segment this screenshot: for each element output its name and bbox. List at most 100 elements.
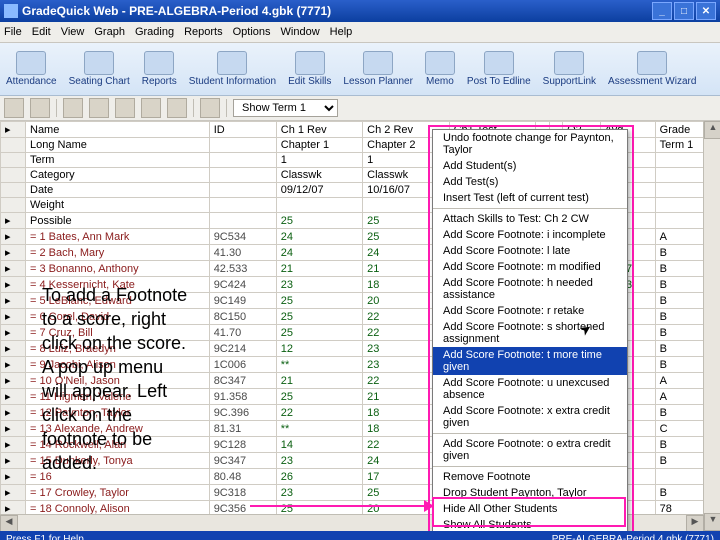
student-name-cell[interactable]: = 14 Rockwell, Alan: [26, 437, 210, 453]
score-cell[interactable]: 21: [276, 373, 362, 389]
sort-icon[interactable]: [141, 98, 161, 118]
term-select[interactable]: Show Term 1: [233, 99, 338, 117]
close-button[interactable]: ✕: [696, 2, 716, 20]
menu-item[interactable]: Drop Student Paynton, Taylor: [433, 485, 627, 501]
scroll-left-button[interactable]: ◀: [0, 515, 18, 531]
score-cell[interactable]: 23: [276, 453, 362, 469]
menu-item[interactable]: Add Student(s): [433, 158, 627, 174]
score-cell[interactable]: 21: [276, 261, 362, 277]
student-name-cell[interactable]: = 1 Bates, Ann Mark: [26, 229, 210, 245]
tool-edit-skills[interactable]: Edit Skills: [288, 51, 331, 87]
student-id-cell[interactable]: 41.30: [209, 245, 276, 261]
student-id-cell[interactable]: 91.358: [209, 389, 276, 405]
score-cell[interactable]: 12: [276, 341, 362, 357]
menu-edit[interactable]: Edit: [32, 26, 51, 38]
menu-item[interactable]: Add Test(s): [433, 174, 627, 190]
col-name[interactable]: Name: [26, 122, 210, 138]
student-id-cell[interactable]: 8C150: [209, 309, 276, 325]
menu-window[interactable]: Window: [281, 26, 320, 38]
student-id-cell[interactable]: 80.48: [209, 469, 276, 485]
student-name-cell[interactable]: = 17 Crowley, Taylor: [26, 485, 210, 501]
student-name-cell[interactable]: = 12 Paynton, Taylor: [26, 405, 210, 421]
tool-reports[interactable]: Reports: [142, 51, 177, 87]
student-id-cell[interactable]: 9C.396: [209, 405, 276, 421]
menu-item[interactable]: Add Score Footnote: s shortened assignme…: [433, 319, 627, 347]
menu-item[interactable]: Add Score Footnote: r retake: [433, 303, 627, 319]
student-id-cell[interactable]: 41.70: [209, 325, 276, 341]
menu-reports[interactable]: Reports: [184, 26, 223, 38]
student-id-cell[interactable]: 9C347: [209, 453, 276, 469]
student-name-cell[interactable]: = 5 LeBlanc, Edward: [26, 293, 210, 309]
menu-item[interactable]: Attach Skills to Test: Ch 2 CW: [433, 211, 627, 227]
menu-item[interactable]: Insert Test (left of current test): [433, 190, 627, 206]
student-id-cell[interactable]: 9C424: [209, 277, 276, 293]
tool-lesson[interactable]: Lesson Planner: [343, 51, 413, 87]
student-id-cell[interactable]: 9C534: [209, 229, 276, 245]
student-id-cell[interactable]: 8C347: [209, 373, 276, 389]
student-name-cell[interactable]: = 6 Corel, David: [26, 309, 210, 325]
student-id-cell[interactable]: 1C006: [209, 357, 276, 373]
menu-item[interactable]: Add Score Footnote: l late: [433, 243, 627, 259]
menu-item[interactable]: Remove Footnote: [433, 469, 627, 485]
student-name-cell[interactable]: = 7 Cruz, Bill: [26, 325, 210, 341]
menu-grading[interactable]: Grading: [135, 26, 174, 38]
user-icon[interactable]: [89, 98, 109, 118]
menu-item[interactable]: Undo footnote change for Paynton, Taylor: [433, 130, 627, 158]
student-id-cell[interactable]: 81.31: [209, 421, 276, 437]
menu-options[interactable]: Options: [233, 26, 271, 38]
tool-memo[interactable]: Memo: [425, 51, 455, 87]
context-menu[interactable]: Undo footnote change for Paynton, Taylor…: [432, 129, 628, 531]
student-id-cell[interactable]: 42.533: [209, 261, 276, 277]
student-id-cell[interactable]: 9C318: [209, 485, 276, 501]
score-cell[interactable]: 26: [276, 469, 362, 485]
score-cell[interactable]: 25: [276, 325, 362, 341]
student-name-cell[interactable]: = 16: [26, 469, 210, 485]
student-name-cell[interactable]: = 2 Bach, Mary: [26, 245, 210, 261]
score-cell[interactable]: 25: [276, 389, 362, 405]
chart-icon[interactable]: [200, 98, 220, 118]
scroll-right-button[interactable]: ▶: [686, 515, 704, 531]
tool-student-info[interactable]: Student Information: [189, 51, 276, 87]
tool-icon-2[interactable]: [30, 98, 50, 118]
student-name-cell[interactable]: = 3 Bonanno, Anthony: [26, 261, 210, 277]
menu-item[interactable]: Add Score Footnote: i incomplete: [433, 227, 627, 243]
menu-item[interactable]: Add Score Footnote: o extra credit given: [433, 436, 627, 464]
tool-edline[interactable]: Post To Edline: [467, 51, 531, 87]
scroll-down-button[interactable]: ▼: [704, 513, 720, 531]
minimize-button[interactable]: _: [652, 2, 672, 20]
score-cell[interactable]: 14: [276, 437, 362, 453]
menu-item[interactable]: Show All Students: [433, 517, 627, 531]
tool-attendance[interactable]: Attendance: [6, 51, 57, 87]
score-cell[interactable]: **: [276, 357, 362, 373]
student-name-cell[interactable]: = 8 Luiz, Braedyn: [26, 341, 210, 357]
score-cell[interactable]: 22: [276, 405, 362, 421]
tool-support[interactable]: SupportLink: [543, 51, 596, 87]
student-id-cell[interactable]: 9C149: [209, 293, 276, 309]
menu-item[interactable]: Add Score Footnote: u unexcused absence: [433, 375, 627, 403]
menu-view[interactable]: View: [61, 26, 85, 38]
menu-item[interactable]: Add Score Footnote: t more time given: [433, 347, 627, 375]
id-icon[interactable]: [115, 98, 135, 118]
student-name-cell[interactable]: = 9 Jacobi, Alison: [26, 357, 210, 373]
score-cell[interactable]: 24: [276, 229, 362, 245]
student-id-cell[interactable]: 9C214: [209, 341, 276, 357]
menu-item[interactable]: Hide All Other Students: [433, 501, 627, 517]
columns-icon[interactable]: [167, 98, 187, 118]
score-cell[interactable]: 23: [276, 277, 362, 293]
score-cell[interactable]: **: [276, 421, 362, 437]
student-name-cell[interactable]: = 13 Alexande, Andrew: [26, 421, 210, 437]
col-id[interactable]: ID: [209, 122, 276, 138]
print-icon[interactable]: [4, 98, 24, 118]
score-cell[interactable]: 23: [276, 485, 362, 501]
student-name-cell[interactable]: = 11 Higman, Valerie: [26, 389, 210, 405]
menu-item[interactable]: Add Score Footnote: x extra credit given: [433, 403, 627, 431]
menu-item[interactable]: Add Score Footnote: h needed assistance: [433, 275, 627, 303]
menu-graph[interactable]: Graph: [94, 26, 125, 38]
score-cell[interactable]: 25: [276, 309, 362, 325]
student-name-cell[interactable]: = 15 Dunkerly, Tonya: [26, 453, 210, 469]
col-t1[interactable]: Ch 1 Rev: [276, 122, 362, 138]
student-id-cell[interactable]: 9C128: [209, 437, 276, 453]
menu-item[interactable]: Add Score Footnote: m modified: [433, 259, 627, 275]
score-cell[interactable]: 25: [276, 293, 362, 309]
scroll-up-button[interactable]: ▲: [704, 121, 720, 139]
